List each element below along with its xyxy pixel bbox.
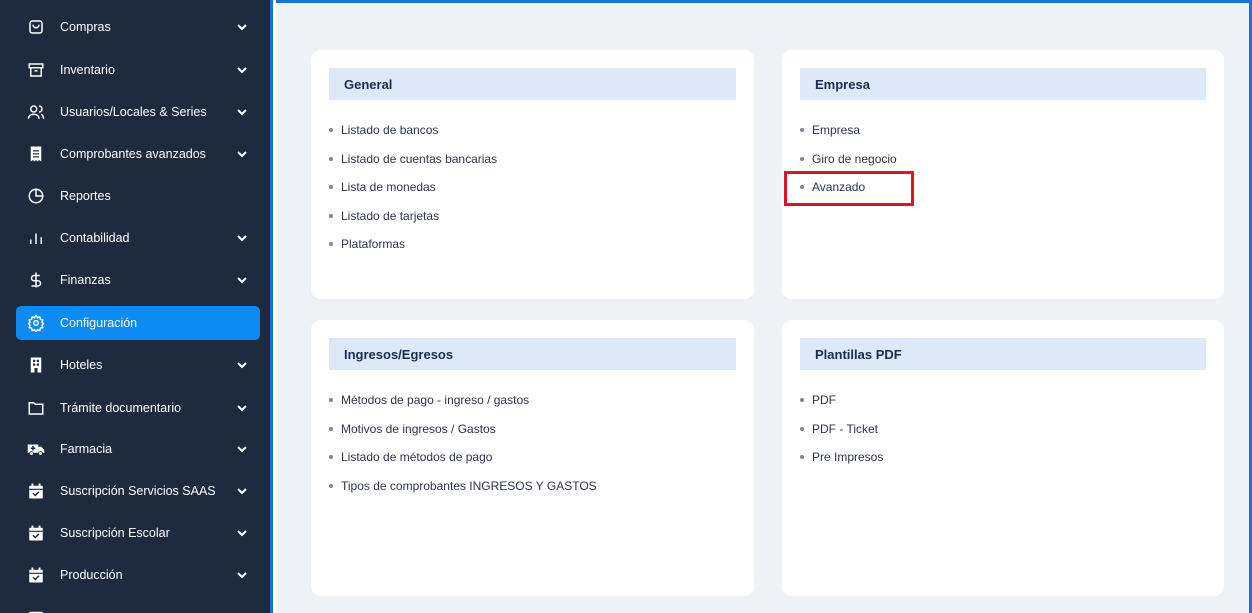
- sidebar-item-tramite-documentario[interactable]: Trámite documentario: [16, 391, 260, 425]
- link-listado-de-cuentas-bancarias[interactable]: Listado de cuentas bancarias: [341, 152, 497, 166]
- list-item: Métodos de pago - ingreso / gastos: [327, 386, 597, 415]
- list-item: Lista de monedas: [327, 173, 497, 202]
- calendar-check-icon: [26, 565, 46, 585]
- link-tipos-de-comprobantes[interactable]: Tipos de comprobantes INGRESOS Y GASTOS: [341, 479, 597, 493]
- ambulance-icon: [26, 439, 46, 459]
- sidebar-item-label: Farmacia: [60, 442, 113, 456]
- link-plataformas[interactable]: Plataformas: [341, 237, 405, 251]
- sidebar-item-label: Trámite documentario: [60, 401, 182, 415]
- main-content: General Listado de bancos Listado de cue…: [276, 0, 1252, 613]
- pie-chart-icon: [26, 186, 46, 206]
- sidebar-item-reportes[interactable]: Reportes: [16, 179, 260, 213]
- link-empresa[interactable]: Empresa: [812, 123, 860, 137]
- sidebar-item-finanzas[interactable]: Finanzas: [16, 263, 260, 297]
- sidebar-item-label: Contabilidad: [60, 231, 130, 245]
- chevron-down-icon: [236, 232, 248, 244]
- card-link-list: PDF PDF - Ticket Pre Impresos: [798, 386, 883, 472]
- card-title: General: [329, 68, 736, 100]
- link-pdf-ticket[interactable]: PDF - Ticket: [812, 422, 878, 436]
- link-listado-de-tarjetas[interactable]: Listado de tarjetas: [341, 209, 439, 223]
- receipt-icon: [26, 144, 46, 164]
- sidebar-item-farmacia[interactable]: Farmacia: [16, 432, 260, 466]
- sidebar-item-usuarios[interactable]: Usuarios/Locales & Series: [16, 95, 260, 129]
- link-listado-de-metodos-de-pago[interactable]: Listado de métodos de pago: [341, 450, 492, 464]
- card-ingresos-egresos: Ingresos/Egresos Métodos de pago - ingre…: [311, 320, 754, 596]
- list-item: Listado de cuentas bancarias: [327, 145, 497, 174]
- card-title: Plantillas PDF: [800, 338, 1206, 370]
- card-link-list: Listado de bancos Listado de cuentas ban…: [327, 116, 497, 259]
- sidebar-item-partial[interactable]: [16, 600, 260, 613]
- sidebar-item-label: Finanzas: [60, 273, 111, 287]
- link-giro-de-negocio[interactable]: Giro de negocio: [812, 152, 897, 166]
- chevron-down-icon: [236, 402, 248, 414]
- sidebar-item-label: Producción: [60, 568, 123, 582]
- sidebar: Compras Inventario Usuarios/Locales & Se…: [0, 0, 273, 613]
- gear-icon: [26, 313, 46, 333]
- sidebar-item-label: Reportes: [60, 189, 111, 203]
- list-item: Tipos de comprobantes INGRESOS Y GASTOS: [327, 472, 597, 501]
- sidebar-item-label: Suscripción Escolar: [60, 526, 170, 540]
- sidebar-item-suscripcion-saas[interactable]: Suscripción Servicios SAAS: [16, 474, 260, 508]
- sidebar-item-hoteles[interactable]: Hoteles: [16, 348, 260, 382]
- chevron-down-icon: [236, 21, 248, 33]
- dollar-icon: [26, 270, 46, 290]
- link-lista-de-monedas[interactable]: Lista de monedas: [341, 180, 436, 194]
- card-title: Empresa: [800, 68, 1206, 100]
- sidebar-item-label: Usuarios/Locales & Series: [60, 105, 207, 119]
- chevron-down-icon: [236, 64, 248, 76]
- folder-icon: [26, 398, 46, 418]
- list-item: Listado de tarjetas: [327, 202, 497, 231]
- sidebar-item-configuracion[interactable]: Configuración: [16, 306, 260, 340]
- sidebar-item-label: Suscripción Servicios SAAS: [60, 484, 216, 498]
- sidebar-item-comprobantes-avanzados[interactable]: Comprobantes avanzados: [16, 137, 260, 171]
- sidebar-item-suscripcion-escolar[interactable]: Suscripción Escolar: [16, 516, 260, 550]
- chevron-down-icon: [236, 485, 248, 497]
- list-item: Plataformas: [327, 230, 497, 259]
- calendar-check-icon: [26, 481, 46, 501]
- card-general: General Listado de bancos Listado de cue…: [311, 50, 754, 299]
- link-listado-de-bancos[interactable]: Listado de bancos: [341, 123, 438, 137]
- list-item: Listado de métodos de pago: [327, 443, 597, 472]
- sidebar-item-label: Compras: [60, 20, 111, 34]
- users-icon: [26, 102, 46, 122]
- shopping-bag-icon: [26, 17, 46, 37]
- list-item: Pre Impresos: [798, 443, 883, 472]
- building-icon: [26, 355, 46, 375]
- sidebar-item-produccion[interactable]: Producción: [16, 558, 260, 592]
- card-plantillas-pdf: Plantillas PDF PDF PDF - Ticket Pre Impr…: [782, 320, 1224, 596]
- list-item: PDF: [798, 386, 883, 415]
- sidebar-item-label: Hoteles: [60, 358, 103, 372]
- list-item: PDF - Ticket: [798, 415, 883, 444]
- list-item: Motivos de ingresos / Gastos: [327, 415, 597, 444]
- sidebar-item-label: Configuración: [60, 316, 138, 330]
- calendar-check-icon: [26, 607, 46, 613]
- sidebar-item-inventario[interactable]: Inventario: [16, 53, 260, 87]
- link-motivos-de-ingresos-gastos[interactable]: Motivos de ingresos / Gastos: [341, 422, 496, 436]
- calendar-check-icon: [26, 523, 46, 543]
- chevron-down-icon: [236, 106, 248, 118]
- chevron-down-icon: [236, 527, 248, 539]
- chevron-down-icon: [236, 359, 248, 371]
- bar-chart-icon: [26, 228, 46, 248]
- list-item: Giro de negocio: [798, 145, 897, 174]
- sidebar-item-compras[interactable]: Compras: [16, 10, 260, 44]
- app-window: Compras Inventario Usuarios/Locales & Se…: [0, 0, 1252, 613]
- list-item: Empresa: [798, 116, 897, 145]
- sidebar-item-contabilidad[interactable]: Contabilidad: [16, 221, 260, 255]
- link-pdf[interactable]: PDF: [812, 393, 836, 407]
- sidebar-item-label: Inventario: [60, 63, 115, 77]
- highlight-box: [784, 171, 914, 206]
- list-item: Listado de bancos: [327, 116, 497, 145]
- link-pre-impresos[interactable]: Pre Impresos: [812, 450, 883, 464]
- sidebar-item-label: Comprobantes avanzados: [60, 147, 206, 161]
- archive-icon: [26, 60, 46, 80]
- card-link-list: Métodos de pago - ingreso / gastos Motiv…: [327, 386, 597, 500]
- chevron-down-icon: [236, 274, 248, 286]
- card-title: Ingresos/Egresos: [329, 338, 736, 370]
- card-empresa: Empresa Empresa Giro de negocio Avanzado: [782, 50, 1224, 299]
- chevron-down-icon: [236, 569, 248, 581]
- chevron-down-icon: [236, 443, 248, 455]
- chevron-down-icon: [236, 148, 248, 160]
- link-metodos-de-pago-ingreso-gastos[interactable]: Métodos de pago - ingreso / gastos: [341, 393, 529, 407]
